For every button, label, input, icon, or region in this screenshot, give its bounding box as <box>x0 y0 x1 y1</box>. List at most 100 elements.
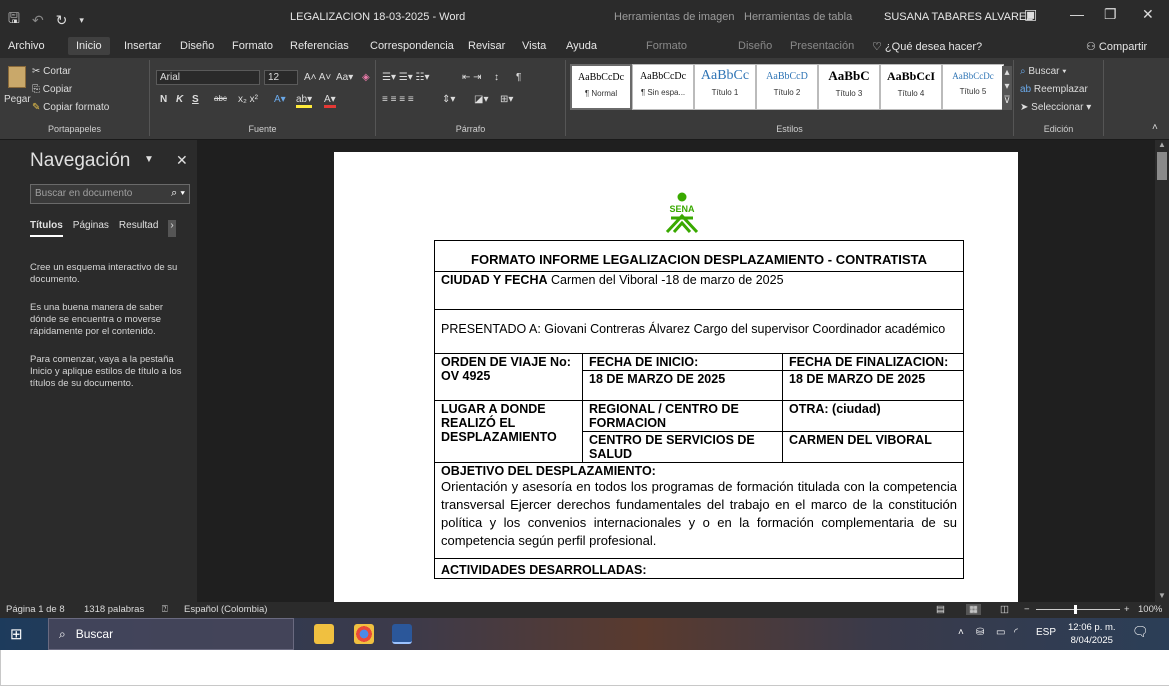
zoom-out-icon[interactable]: − <box>1024 604 1030 615</box>
tab-insertar[interactable]: Insertar <box>124 40 161 52</box>
close-icon[interactable]: ✕ <box>1142 6 1154 23</box>
tray-chevron-icon[interactable]: ˄ <box>958 627 964 638</box>
change-case-icon[interactable]: Aa▾ <box>336 72 353 83</box>
nav-search-input[interactable]: Buscar en documento ⌕ ▾ <box>30 184 190 204</box>
notifications-icon[interactable]: 🗨 <box>1132 624 1149 640</box>
nav-tabs-scroll-icon[interactable]: › <box>168 220 176 237</box>
start-date-value[interactable]: 18 DE MARZO DE 2025 <box>582 370 783 401</box>
end-date-value[interactable]: 18 DE MARZO DE 2025 <box>782 370 964 401</box>
save-icon[interactable]: 🖫 <box>8 8 20 32</box>
tab-diseno[interactable]: Diseño <box>180 40 214 52</box>
language-status[interactable]: Español (Colombia) <box>184 604 267 615</box>
nav-options-icon[interactable]: ▼ <box>144 154 154 165</box>
customize-quick-access-icon[interactable]: ▾ <box>79 15 84 26</box>
nav-tab-titulos[interactable]: Títulos <box>30 220 63 237</box>
collapse-ribbon-icon[interactable]: ˄ <box>1152 122 1158 133</box>
print-layout-icon[interactable]: ▦ <box>966 604 981 615</box>
document-page[interactable]: SENA FORMATO INFORME LEGALIZACION DESPLA… <box>334 152 1018 602</box>
word-taskbar-icon[interactable] <box>392 624 412 644</box>
network-icon[interactable]: ⛁ <box>976 627 984 638</box>
scroll-down-icon[interactable]: ▼ <box>1158 591 1166 600</box>
paste-icon[interactable] <box>8 66 26 88</box>
chrome-icon[interactable] <box>354 624 374 644</box>
proofing-icon[interactable]: ⍰ <box>162 604 168 615</box>
style-titulo-3[interactable]: AaBbC Título 3 <box>818 64 880 110</box>
underline-button[interactable]: S <box>192 94 199 105</box>
style-titulo-4[interactable]: AaBbCcI Título 4 <box>880 64 942 110</box>
zoom-slider-thumb[interactable] <box>1074 605 1077 614</box>
start-date-label[interactable]: FECHA DE INICIO: <box>582 353 783 371</box>
regional-label[interactable]: REGIONAL / CENTRO DE FORMACION <box>582 400 783 432</box>
style-titulo-5[interactable]: AaBbCcDc Título 5 <box>942 64 1004 110</box>
tab-table-diseno[interactable]: Diseño <box>738 40 772 52</box>
tab-vista[interactable]: Vista <box>522 40 546 52</box>
find-button[interactable]: ⌕ Buscar ▾ <box>1020 66 1067 77</box>
zoom-in-icon[interactable]: + <box>1124 604 1130 615</box>
clear-format-icon[interactable]: ◈ <box>362 72 370 83</box>
nav-tab-resultados[interactable]: Resultad <box>119 220 158 237</box>
activities-label[interactable]: ACTIVIDADES DESARROLLADAS: <box>434 558 964 579</box>
user-name[interactable]: SUSANA TABARES ALVAREZ <box>884 11 1033 23</box>
font-color-icon[interactable]: A▾ <box>324 94 336 108</box>
replace-button[interactable]: ab Reemplazar <box>1020 84 1088 95</box>
highlight-icon[interactable]: ab▾ <box>296 94 313 108</box>
tab-revisar[interactable]: Revisar <box>468 40 505 52</box>
borders-icon[interactable]: ⊞▾ <box>500 94 513 105</box>
font-size-select[interactable]: 12 <box>264 70 298 85</box>
grow-font-icon[interactable]: A˄ A˅ <box>304 72 331 83</box>
center-value[interactable]: CENTRO DE SERVICIOS DE SALUD <box>582 431 783 463</box>
wifi-icon[interactable]: ◜ <box>1014 627 1018 638</box>
tab-inicio[interactable]: Inicio <box>68 37 110 55</box>
pilcrow-icon[interactable]: ¶ <box>516 72 521 83</box>
share-button[interactable]: ⚇ Compartir <box>1086 40 1147 53</box>
undo-icon[interactable]: ↶ <box>32 12 44 29</box>
file-explorer-icon[interactable] <box>314 624 334 644</box>
indent-icon[interactable]: ⇤ ⇥ <box>462 72 482 83</box>
select-button[interactable]: ➤ Seleccionar ▾ <box>1020 102 1091 113</box>
scroll-thumb[interactable] <box>1157 152 1167 180</box>
styles-more-icon[interactable]: ▴ ▾ ⊽ <box>1002 66 1012 110</box>
minimize-icon[interactable]: — <box>1070 6 1084 22</box>
shading-icon[interactable]: ◪▾ <box>474 94 488 105</box>
strikethrough-button[interactable]: abc <box>214 94 227 103</box>
battery-icon[interactable]: ▭ <box>996 627 1005 638</box>
tell-me-search[interactable]: ♡ ¿Qué desea hacer? <box>872 40 982 53</box>
style-normal[interactable]: AaBbCcDc ¶ Normal <box>570 64 632 110</box>
search-icon[interactable]: ⌕ ▾ <box>171 187 185 200</box>
nav-tab-paginas[interactable]: Páginas <box>73 220 109 237</box>
read-mode-icon[interactable]: ▤ <box>936 604 945 615</box>
tab-formato[interactable]: Formato <box>232 40 273 52</box>
zoom-level[interactable]: 100% <box>1138 604 1162 615</box>
tab-ayuda[interactable]: Ayuda <box>566 40 597 52</box>
travel-order-cell[interactable]: ORDEN DE VIAJE No: OV 4925 <box>434 353 583 401</box>
zoom-slider[interactable] <box>1036 609 1120 610</box>
style-sin-espacio[interactable]: AaBbCcDc ¶ Sin espa... <box>632 64 694 110</box>
align-icons[interactable]: ≡ ≡ ≡ ≡ <box>382 94 414 105</box>
nav-close-icon[interactable]: ✕ <box>176 152 188 169</box>
word-count[interactable]: 1318 palabras <box>84 604 144 615</box>
city-date-cell[interactable]: CIUDAD Y FECHA Carmen del Viboral -18 de… <box>434 271 964 310</box>
tab-referencias[interactable]: Referencias <box>290 40 349 52</box>
redo-icon[interactable]: ↻ <box>56 12 68 29</box>
tab-correspondencia[interactable]: Correspondencia <box>370 40 454 52</box>
copy-button[interactable]: ⎘ Copiar <box>32 84 72 95</box>
cut-button[interactable]: ✂ Cortar <box>32 66 71 77</box>
tab-table-presentacion[interactable]: Presentación <box>790 40 854 52</box>
text-effects-icon[interactable]: A▾ <box>274 94 286 105</box>
page-count[interactable]: Página 1 de 8 <box>6 604 65 615</box>
tab-image-formato[interactable]: Formato <box>646 40 687 52</box>
line-spacing-icon[interactable]: ⇕▾ <box>442 94 455 105</box>
bold-button[interactable]: N <box>160 94 167 105</box>
taskbar-search[interactable]: ⌕ Buscar <box>48 618 294 650</box>
tab-archivo[interactable]: Archivo <box>8 40 45 52</box>
vertical-scrollbar[interactable]: ▲ ▼ <box>1155 140 1169 602</box>
subscript-icon[interactable]: x₂ x² <box>238 94 258 105</box>
place-label-cell[interactable]: LUGAR A DONDE REALIZÓ EL DESPLAZAMIENTO <box>434 400 583 463</box>
style-titulo-2[interactable]: AaBbCcD Título 2 <box>756 64 818 110</box>
italic-button[interactable]: K <box>176 94 183 105</box>
style-titulo-1[interactable]: AaBbCc Título 1 <box>694 64 756 110</box>
end-date-label[interactable]: FECHA DE FINALIZACION: <box>782 353 964 371</box>
ribbon-display-icon[interactable]: ▣ <box>1024 6 1037 23</box>
web-layout-icon[interactable]: ◫ <box>1000 604 1009 615</box>
bullets-icon[interactable]: ☰▾ ☰▾ ☷▾ <box>382 72 430 83</box>
